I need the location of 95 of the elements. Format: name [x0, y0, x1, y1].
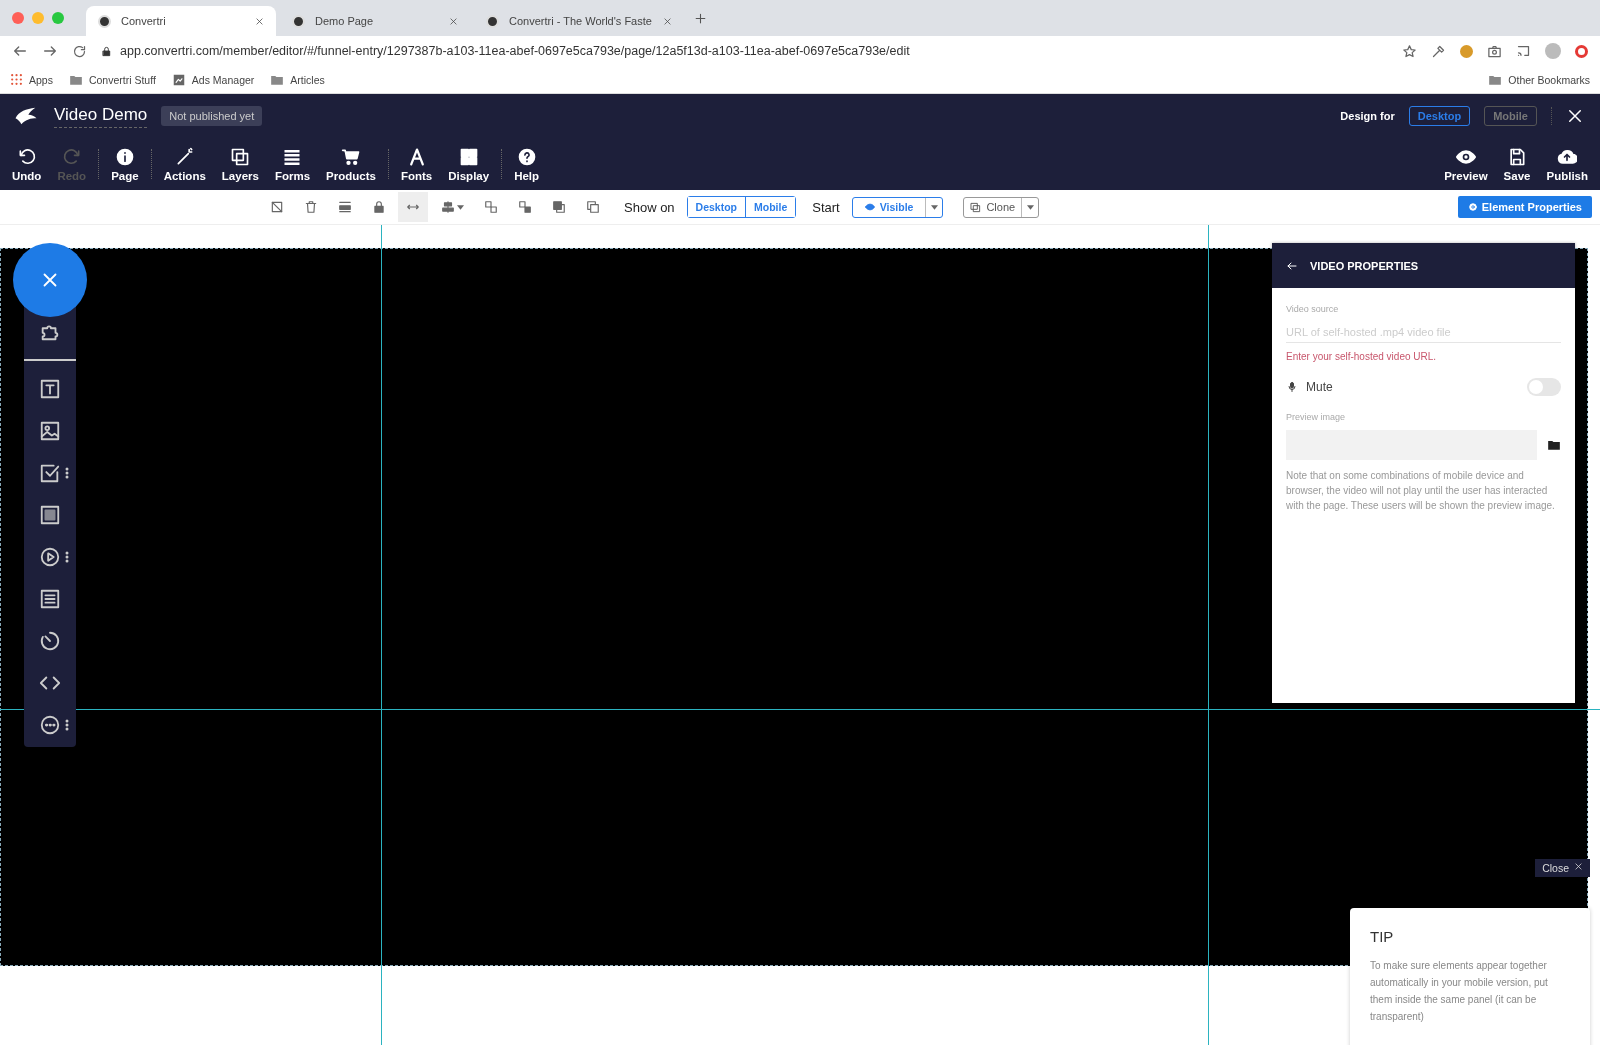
- timer-icon: [39, 630, 61, 652]
- toggle-switch[interactable]: [1527, 378, 1561, 396]
- tip-title: TIP: [1370, 928, 1395, 945]
- design-for-label: Design for: [1340, 110, 1395, 122]
- mute-label: Mute: [1306, 380, 1333, 394]
- show-on-label: Show on: [624, 199, 675, 215]
- info-icon: [114, 146, 135, 167]
- bookmark-link[interactable]: Apps: [29, 73, 53, 86]
- apps-icon: [10, 73, 23, 86]
- caret-icon: [930, 204, 938, 210]
- close-icon: [663, 16, 672, 26]
- clone-dropdown[interactable]: Clone: [963, 196, 1040, 218]
- plus-icon: [694, 11, 707, 25]
- folder-icon: [1547, 438, 1561, 452]
- field-label: Video source: [1286, 304, 1340, 314]
- eyedropper-icon: [1431, 43, 1446, 59]
- caret-icon: [1026, 204, 1034, 210]
- toolbar-button[interactable]: Save: [1495, 142, 1539, 186]
- bookmark-link[interactable]: Articles: [290, 73, 325, 86]
- close-icon: [1566, 107, 1584, 125]
- reload-icon: [72, 43, 87, 59]
- note-text: Note that on some combinations of mobile device and browser, the video will not play until the user has interacted with the page. These users will be shown the preview image.: [1286, 469, 1556, 513]
- microphone-icon: [1286, 381, 1298, 393]
- crossed-square-icon: [270, 200, 284, 214]
- dots-icon: [65, 551, 69, 563]
- dots-icon: [65, 467, 69, 479]
- toolbar-button[interactable]: Fonts: [392, 142, 441, 186]
- checkbox-icon: [39, 462, 61, 484]
- close-icon: [255, 16, 264, 26]
- save-icon: [1507, 146, 1528, 167]
- browser-tab[interactable]: Convertri - The World's Faste: [474, 6, 684, 36]
- globe-icon: [98, 14, 111, 28]
- toolbar-button[interactable]: Actions: [155, 142, 214, 186]
- toolbar-button[interactable]: Page: [103, 142, 147, 186]
- device-button[interactable]: Mobile: [1484, 106, 1537, 126]
- tip-text: To make sure elements appear together automatically in your mobile version, put them inside the same panel (it can be transparent): [1370, 959, 1549, 1024]
- row-icon: [338, 200, 352, 214]
- close-icon: [1574, 862, 1583, 871]
- toolbar-button[interactable]: Undo: [4, 142, 50, 186]
- toolbar-button[interactable]: Preview: [1436, 142, 1496, 186]
- trash-icon: [304, 200, 318, 214]
- toolbar-button[interactable]: Display: [440, 142, 498, 186]
- status-badge: Not published yet: [161, 106, 263, 126]
- browser-tab[interactable]: Convertri: [86, 6, 276, 36]
- browser-tab[interactable]: Demo Page: [280, 6, 470, 36]
- text-box-icon: [39, 378, 61, 400]
- bring-front-icon: [552, 200, 566, 214]
- send-back-icon: [586, 200, 600, 214]
- error-text: Enter your self-hosted video URL.: [1286, 351, 1438, 362]
- bookmark-link[interactable]: Ads Manager: [191, 73, 255, 86]
- more-icon: [39, 714, 61, 736]
- url-field[interactable]: app.convertri.com/member/editor/#/funnel-entry/1297387b-a103-11ea-abef-0697e5ca793e/page/12a5f13d-a103-11ea-abef-0697e5ca793e/edit: [120, 44, 910, 58]
- element-properties-button[interactable]: Element Properties: [1457, 196, 1592, 218]
- toolbar-button[interactable]: Forms: [266, 142, 319, 186]
- layer-up-icon: [484, 200, 498, 214]
- visibility-dropdown[interactable]: Visible: [851, 196, 944, 218]
- image-icon: [39, 420, 61, 442]
- lock-icon: [101, 45, 112, 57]
- toggle-button[interactable]: Mobile: [745, 197, 796, 217]
- extension-icon[interactable]: [1575, 44, 1588, 58]
- star-icon: [1402, 43, 1417, 59]
- page-icon: [171, 72, 186, 87]
- redo-icon: [61, 146, 82, 167]
- panel-icon: [39, 504, 61, 526]
- panel-title: VIDEO PROPERTIES: [1310, 259, 1419, 272]
- toolbar-button[interactable]: Layers: [213, 142, 267, 186]
- bookmark-link[interactable]: Convertri Stuff: [88, 73, 156, 86]
- globe-icon: [292, 14, 305, 28]
- align-icon: [440, 200, 455, 214]
- toolbar-button[interactable]: Products: [318, 142, 384, 186]
- start-label: Start: [812, 199, 840, 215]
- toolbar-button[interactable]: Publish: [1538, 142, 1596, 186]
- eye-icon: [864, 202, 875, 212]
- layers-icon: [230, 146, 251, 167]
- dots-icon: [65, 719, 69, 731]
- copy-icon: [970, 201, 982, 213]
- close-icon: [449, 16, 458, 26]
- field-label: Preview image: [1286, 412, 1347, 422]
- toolbar-button[interactable]: Help: [506, 142, 548, 186]
- gear-icon: [1467, 202, 1478, 212]
- play-icon: [39, 546, 61, 568]
- lock-icon: [372, 200, 386, 214]
- bookmark-link[interactable]: Other Bookmarks: [1508, 73, 1590, 86]
- camera-icon: [1487, 43, 1502, 59]
- document-icon: [39, 588, 61, 610]
- layer-down-icon: [518, 200, 532, 214]
- close-button[interactable]: Close: [1535, 859, 1590, 877]
- help-icon: [516, 146, 537, 167]
- page-title[interactable]: Video Demo: [54, 104, 148, 128]
- cast-icon: [1516, 43, 1531, 59]
- device-button[interactable]: Desktop: [1408, 106, 1471, 126]
- globe-icon: [486, 14, 499, 28]
- caret-icon: [456, 204, 464, 210]
- forward-arrow-icon: [42, 43, 58, 59]
- back-arrow-icon: [12, 43, 28, 59]
